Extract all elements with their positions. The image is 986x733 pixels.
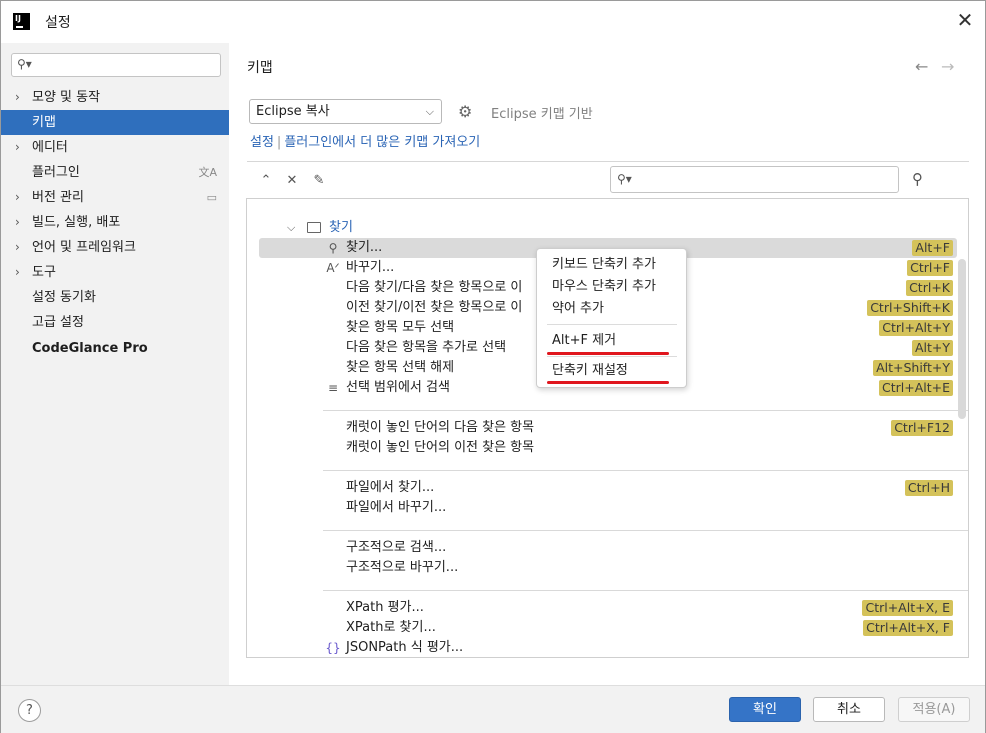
shortcut-badge: Ctrl+F12	[891, 420, 953, 436]
shortcut-badge: Ctrl+Alt+X, F	[863, 620, 953, 636]
edit-shortcut-icon[interactable]: ✎	[309, 171, 329, 191]
dialog-footer: ? 확인 취소 적용(A)	[1, 685, 985, 733]
sidebar-item-keymap[interactable]: 키맵	[1, 110, 229, 135]
chevron-down-icon: ⌵	[287, 221, 296, 234]
shortcut-badge: Ctrl+Alt+Y	[879, 320, 953, 336]
tree-row[interactable]: 캐럿이 놓인 단어의 다음 찾은 항목 Ctrl+F12	[259, 418, 957, 438]
tree-row[interactable]: XPath로 찾기... Ctrl+Alt+X, F	[259, 618, 957, 638]
tree-row[interactable]: {} JSONPath 식 평가...	[259, 638, 957, 657]
shortcut-badge: Ctrl+Shift+K	[867, 300, 953, 316]
keymap-dropdown[interactable]: Eclipse 복사 ⌵	[249, 99, 442, 124]
sidebar-item-languages[interactable]: › 언어 및 프레임워크	[1, 235, 229, 260]
search-in-selection-icon: ≡	[327, 381, 339, 395]
keymap-based-on-label: Eclipse 키맵 기반	[491, 107, 593, 122]
red-underline-annotation	[547, 352, 669, 355]
gear-icon[interactable]: ⚙	[458, 102, 472, 121]
shortcut-badge: Ctrl+Alt+X, E	[862, 600, 953, 616]
intellij-logo-icon: IJ	[13, 13, 30, 30]
divider	[323, 410, 968, 411]
braces-icon: {}	[325, 641, 341, 655]
sidebar-item-codeglance[interactable]: CodeGlance Pro	[1, 336, 229, 361]
shortcut-badge: Ctrl+Alt+E	[878, 380, 953, 396]
shortcut-badge: Ctrl+F	[907, 260, 953, 276]
chevron-right-icon: ›	[15, 90, 20, 104]
ok-button[interactable]: 확인	[729, 697, 801, 722]
forward-arrow-icon[interactable]: →	[941, 57, 954, 76]
help-button[interactable]: ?	[18, 699, 41, 722]
tree-row[interactable]: 구조적으로 바꾸기...	[259, 558, 957, 578]
chevron-down-icon: ⌵	[425, 105, 434, 118]
tree-row[interactable]: 파일에서 바꾸기...	[259, 498, 957, 518]
sidebar-item-tools[interactable]: › 도구	[1, 260, 229, 285]
sidebar-search-input[interactable]	[40, 56, 216, 74]
settings-dialog: IJ 설정 ✕ ⚲▾ › 모양 및 동작 키맵 › 에디터 플러그인 文A › …	[0, 0, 986, 733]
keymap-links: 설정 | 플러그인에서 더 많은 키맵 가져오기	[250, 135, 481, 150]
sidebar-item-version-control[interactable]: › 버전 관리 ▭	[1, 185, 229, 210]
dialog-title: 설정	[45, 15, 71, 31]
action-search-box[interactable]: ⚲▾	[610, 166, 899, 193]
tree-row[interactable]: 파일에서 찾기... Ctrl+H	[259, 478, 957, 498]
title-bar: IJ 설정 ✕	[1, 1, 985, 43]
sidebar-item-appearance[interactable]: › 모양 및 동작	[1, 85, 229, 110]
menu-item-reset-shortcuts[interactable]: 단축키 재설정	[537, 360, 686, 382]
close-icon[interactable]: ✕	[953, 9, 977, 33]
collapse-all-icon[interactable]: ✕	[282, 171, 302, 191]
apply-button[interactable]: 적용(A)	[898, 697, 970, 722]
menu-separator	[547, 324, 677, 325]
red-underline-annotation	[547, 381, 669, 384]
settings-sidebar: ⚲▾ › 모양 및 동작 키맵 › 에디터 플러그인 文A › 버전 관리 ▭ …	[1, 43, 229, 685]
search-icon: ⚲▾	[17, 57, 32, 71]
divider	[247, 161, 969, 162]
menu-item-remove-alt-f[interactable]: Alt+F 제거	[537, 330, 686, 352]
divider	[323, 530, 968, 531]
page-title: 키맵	[247, 60, 273, 76]
search-icon: ⚲	[328, 241, 338, 255]
shortcut-badge: Ctrl+K	[906, 280, 953, 296]
chevron-right-icon: ›	[15, 240, 20, 254]
shortcut-badge: Ctrl+H	[904, 480, 953, 496]
context-menu: 키보드 단축키 추가 마우스 단축키 추가 약어 추가 Alt+F 제거 단축키…	[536, 248, 687, 388]
sidebar-item-plugins[interactable]: 플러그인 文A	[1, 160, 229, 185]
menu-item-add-mouse-shortcut[interactable]: 마우스 단축키 추가	[537, 276, 686, 298]
search-icon: ⚲▾	[617, 172, 632, 186]
divider	[323, 590, 968, 591]
plugins-keymap-link[interactable]: 플러그인에서 더 많은 키맵 가져오기	[284, 135, 480, 150]
tree-row[interactable]: 캐럿이 놓인 단어의 이전 찾은 항목	[259, 438, 957, 458]
divider	[323, 470, 968, 471]
chevron-right-icon: ›	[15, 265, 20, 279]
menu-separator	[547, 356, 677, 357]
find-by-shortcut-icon[interactable]: ⚲	[912, 170, 923, 188]
tree-row[interactable]: 구조적으로 검색...	[259, 538, 957, 558]
sidebar-item-settings-sync[interactable]: 설정 동기화	[1, 285, 229, 310]
sidebar-search-box[interactable]: ⚲▾	[11, 53, 221, 77]
shortcut-badge: Alt+F	[912, 240, 953, 256]
menu-item-add-keyboard-shortcut[interactable]: 키보드 단축키 추가	[537, 254, 686, 276]
window-icon: ▭	[206, 191, 217, 204]
sidebar-item-editor[interactable]: › 에디터	[1, 135, 229, 160]
chevron-right-icon: ›	[15, 215, 20, 229]
chevron-right-icon: ›	[15, 190, 20, 204]
replace-icon: Aᐟ	[326, 261, 340, 275]
action-search-input[interactable]	[639, 171, 893, 189]
settings-link[interactable]: 설정	[250, 135, 274, 150]
shortcut-badge: Alt+Y	[911, 340, 953, 356]
sidebar-item-advanced[interactable]: 고급 설정	[1, 310, 229, 335]
cancel-button[interactable]: 취소	[813, 697, 885, 722]
back-arrow-icon[interactable]: ←	[915, 57, 928, 76]
translate-icon: 文A	[198, 166, 217, 179]
sidebar-item-build[interactable]: › 빌드, 실행, 배포	[1, 210, 229, 235]
menu-item-add-abbreviation[interactable]: 약어 추가	[537, 298, 686, 320]
expand-all-icon[interactable]: ⌃	[256, 171, 276, 191]
tree-scrollbar[interactable]	[958, 259, 966, 419]
tree-row[interactable]: XPath 평가... Ctrl+Alt+X, E	[259, 598, 957, 618]
shortcut-badge: Alt+Shift+Y	[873, 360, 953, 376]
folder-icon	[307, 222, 321, 233]
chevron-right-icon: ›	[15, 140, 20, 154]
